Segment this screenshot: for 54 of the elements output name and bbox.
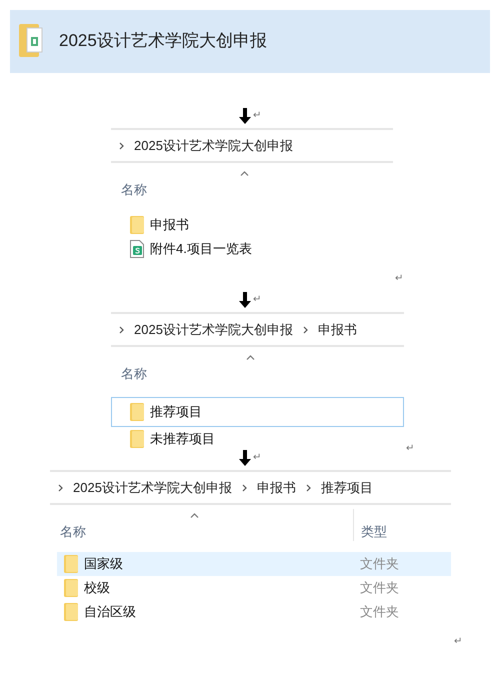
paragraph-mark: ↵ (253, 451, 261, 465)
file-name: 申报书 (150, 216, 189, 234)
column-header[interactable]: 名称 (60, 522, 86, 542)
file-type: 文件夹 (360, 555, 400, 574)
sort-up-icon (190, 513, 198, 518)
down-arrow-icon (239, 292, 251, 308)
file-name: 自治区级 (84, 603, 136, 622)
breadcrumb-item[interactable]: 申报书 (318, 320, 357, 340)
breadcrumb-item[interactable]: 申报书 (256, 478, 296, 498)
folder-icon (64, 579, 78, 597)
breadcrumb-item[interactable]: 推荐项目 (320, 478, 373, 498)
paragraph-mark: ↵ (253, 293, 261, 307)
folder-icon (130, 403, 144, 421)
file-row[interactable]: 自治区级 文件夹 (57, 600, 451, 624)
chevron-right-icon (119, 326, 124, 334)
file-type: 文件夹 (360, 603, 400, 622)
file-type: 文件夹 (360, 579, 400, 598)
column-header[interactable]: 名称 (121, 364, 147, 384)
chevron-right-icon (242, 484, 247, 492)
spreadsheet-file-icon (130, 240, 144, 258)
file-name: 国家级 (84, 555, 123, 574)
file-name: 未推荐项目 (150, 430, 215, 448)
file-row[interactable]: 校级 文件夹 (57, 576, 451, 600)
folder-icon (130, 430, 144, 448)
breadcrumb-item[interactable]: 2025设计艺术学院大创申报 (134, 136, 293, 156)
paragraph-mark: ↵ (253, 109, 261, 123)
sort-up-icon (240, 171, 249, 176)
file-row[interactable]: 附件4.项目一览表 (111, 237, 393, 261)
folder-with-document-icon (19, 22, 43, 57)
paragraph-mark: ↵ (454, 636, 462, 647)
folder-icon (130, 216, 144, 234)
folder-title: 2025设计艺术学院大创申报 (59, 30, 267, 52)
file-row[interactable]: 未推荐项目 (111, 427, 404, 451)
down-arrow-icon (239, 450, 251, 466)
chevron-right-icon (58, 484, 63, 492)
sort-up-icon (246, 355, 254, 360)
paragraph-mark: ↵ (395, 273, 403, 284)
file-row[interactable]: 国家级 文件夹 (57, 552, 451, 576)
column-header[interactable]: 名称 (121, 180, 147, 200)
chevron-right-icon (302, 326, 308, 334)
file-row[interactable]: 申报书 (111, 213, 393, 237)
breadcrumb-item[interactable]: 2025设计艺术学院大创申报 (134, 320, 293, 340)
chevron-right-icon (306, 484, 311, 492)
folder-icon (64, 555, 78, 573)
file-name: 推荐项目 (150, 403, 202, 422)
down-arrow-icon (239, 108, 251, 124)
breadcrumb-item[interactable]: 2025设计艺术学院大创申报 (73, 478, 232, 498)
chevron-right-icon (119, 142, 124, 150)
file-row[interactable]: 推荐项目 (111, 397, 404, 427)
file-name: 校级 (84, 579, 110, 598)
file-name: 附件4.项目一览表 (150, 240, 252, 258)
paragraph-mark: ↵ (406, 443, 414, 454)
folder-icon (64, 603, 78, 621)
column-header[interactable]: 类型 (361, 522, 387, 542)
